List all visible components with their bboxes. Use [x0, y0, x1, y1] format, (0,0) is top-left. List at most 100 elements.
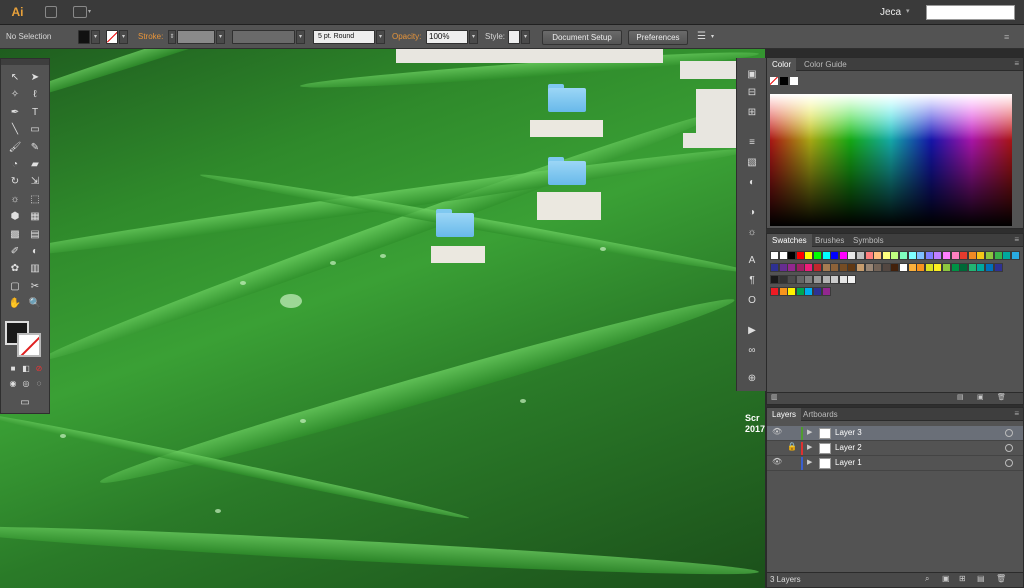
arrange-icon[interactable]: ☰ — [697, 30, 706, 44]
column-graph-icon[interactable]: ▥ — [27, 262, 43, 276]
tab-color-guide[interactable]: Color Guide — [799, 58, 852, 71]
color-swatch[interactable] — [821, 287, 831, 296]
selection-icon[interactable]: ↖ — [7, 71, 23, 85]
rectangle-icon[interactable]: ▭ — [27, 123, 43, 137]
warp-icon[interactable]: ☼ — [7, 193, 23, 207]
none-mode-icon[interactable]: ⊘ — [31, 362, 47, 376]
color-swatch[interactable] — [1010, 251, 1020, 260]
scale-icon[interactable]: ⇲ — [27, 175, 43, 189]
stroke-icon[interactable]: ≡ — [744, 136, 760, 150]
workspace-switcher[interactable]: Jeca — [880, 7, 901, 18]
layer-name[interactable]: Layer 3 — [835, 428, 862, 437]
appearance-icon[interactable]: ◑ — [744, 206, 760, 220]
target-icon[interactable] — [1005, 429, 1013, 437]
tab-layers[interactable]: Layers — [767, 408, 802, 421]
stroke-dropdown[interactable]: ▾ — [119, 30, 128, 44]
eyedropper-icon[interactable]: ✐ — [7, 245, 23, 259]
color-spectrum[interactable] — [770, 94, 1012, 226]
opacity-field[interactable]: 100% — [426, 30, 468, 44]
align-icon[interactable]: ⊟ — [744, 86, 760, 100]
tab-symbols[interactable]: Symbols — [848, 234, 889, 247]
control-panel-menu-icon[interactable]: ≡ — [1004, 30, 1009, 44]
chevron-down-icon[interactable]: ▾ — [521, 30, 530, 44]
chevron-down-icon[interactable]: ▾ — [88, 8, 91, 15]
chevron-down-icon[interactable]: ▾ — [906, 7, 910, 15]
lock-icon[interactable]: 🔒 — [787, 442, 797, 451]
shape-builder-icon[interactable]: ⬢ — [7, 210, 23, 224]
layer-row[interactable]: 👁 ▶ Layer 1 — [767, 456, 1023, 471]
panel-grip[interactable] — [1, 59, 49, 65]
stroke-swatch[interactable] — [17, 333, 41, 357]
gradient-icon[interactable]: ▧ — [744, 156, 760, 170]
screen-mode-icon[interactable]: ▭ — [15, 396, 35, 410]
links-icon[interactable]: ∞ — [744, 344, 760, 358]
new-swatch-icon[interactable]: ▣ — [977, 393, 984, 401]
opacity-label[interactable]: Opacity: — [392, 30, 421, 44]
transparency-icon[interactable]: ◐ — [744, 176, 760, 190]
perspective-grid-icon[interactable]: ▦ — [27, 210, 43, 224]
eraser-icon[interactable]: ▰ — [27, 158, 43, 172]
chevron-down-icon[interactable]: ▾ — [216, 30, 225, 44]
folder-label[interactable] — [537, 192, 601, 220]
expand-triangle-icon[interactable]: ▶ — [807, 443, 812, 451]
blend-icon[interactable]: ◐ — [27, 245, 43, 259]
stroke-weight-field[interactable] — [177, 30, 215, 44]
type-icon[interactable]: T — [27, 106, 43, 120]
stroke-weight-stepper[interactable]: ⇕ — [168, 30, 176, 44]
black-color-icon[interactable] — [780, 77, 788, 85]
zoom-icon[interactable]: 🔍 — [27, 297, 43, 311]
chevron-down-icon[interactable]: ▾ — [469, 30, 478, 44]
target-icon[interactable] — [1005, 444, 1013, 452]
search-input[interactable] — [926, 5, 1015, 20]
preferences-button[interactable]: Preferences — [628, 30, 688, 45]
tab-swatches[interactable]: Swatches — [767, 234, 812, 247]
folder-label[interactable] — [530, 120, 603, 137]
new-sublayer-icon[interactable]: ⊞ — [959, 574, 966, 583]
eye-icon[interactable]: 👁 — [772, 457, 782, 466]
expand-triangle-icon[interactable]: ▶ — [807, 458, 812, 466]
magic-wand-icon[interactable]: ✧ — [7, 88, 23, 102]
pen-icon[interactable]: ✒ — [7, 106, 23, 120]
free-transform-icon[interactable]: ⬚ — [27, 193, 43, 207]
new-layer-icon[interactable]: ▤ — [977, 574, 985, 583]
actions-icon[interactable]: ▶ — [744, 324, 760, 338]
graphic-style-swatch[interactable] — [508, 30, 520, 44]
layer-row[interactable]: 👁 ▶ Layer 3 — [767, 426, 1023, 441]
draw-inside-icon[interactable]: ◌ — [31, 377, 47, 391]
folder-icon[interactable] — [436, 209, 474, 237]
eye-icon[interactable]: 👁 — [772, 427, 782, 436]
folder-label[interactable] — [431, 246, 485, 263]
chevron-down-icon[interactable]: ▾ — [711, 30, 714, 44]
gradient-icon[interactable]: ▤ — [27, 228, 43, 242]
arrange-documents-icon[interactable] — [73, 6, 87, 18]
none-color-icon[interactable] — [770, 77, 778, 85]
artboard-icon[interactable]: ▣ — [744, 68, 760, 82]
document-setup-button[interactable]: Document Setup — [542, 30, 622, 45]
hand-icon[interactable]: ✋ — [7, 297, 23, 311]
tab-artboards[interactable]: Artboards — [798, 408, 843, 421]
layer-name[interactable]: Layer 2 — [835, 443, 862, 452]
chevron-down-icon[interactable]: ▾ — [296, 30, 305, 44]
line-icon[interactable]: ╲ — [7, 123, 23, 137]
opentype-icon[interactable]: O — [744, 294, 760, 308]
panel-menu-icon[interactable]: ≡ — [1014, 235, 1019, 244]
graphic-styles-icon[interactable]: ☼ — [744, 226, 760, 240]
paragraph-icon[interactable]: ¶ — [744, 274, 760, 288]
panel-menu-icon[interactable]: ≡ — [1014, 409, 1019, 418]
new-color-group-icon[interactable]: ▤ — [957, 393, 964, 401]
white-color-icon[interactable] — [790, 77, 798, 85]
folder-icon[interactable] — [548, 157, 586, 185]
pencil-icon[interactable]: ✎ — [27, 141, 43, 155]
clipping-mask-icon[interactable]: ▣ — [942, 574, 950, 583]
chevron-down-icon[interactable]: ▾ — [376, 30, 385, 44]
lasso-icon[interactable]: ℓ — [27, 88, 43, 102]
target-icon[interactable] — [1005, 459, 1013, 467]
slice-icon[interactable]: ✂ — [27, 280, 43, 294]
symbol-sprayer-icon[interactable]: ✿ — [7, 262, 23, 276]
paintbrush-icon[interactable]: 🖌 — [7, 141, 23, 155]
tab-color[interactable]: Color — [767, 58, 797, 71]
swatch-libraries-icon[interactable]: ▥ — [771, 393, 778, 401]
trash-icon[interactable]: 🗑 — [996, 574, 1006, 583]
direct-selection-icon[interactable]: ➤ — [27, 71, 43, 85]
layer-row[interactable]: 🔒 ▶ Layer 2 — [767, 441, 1023, 456]
